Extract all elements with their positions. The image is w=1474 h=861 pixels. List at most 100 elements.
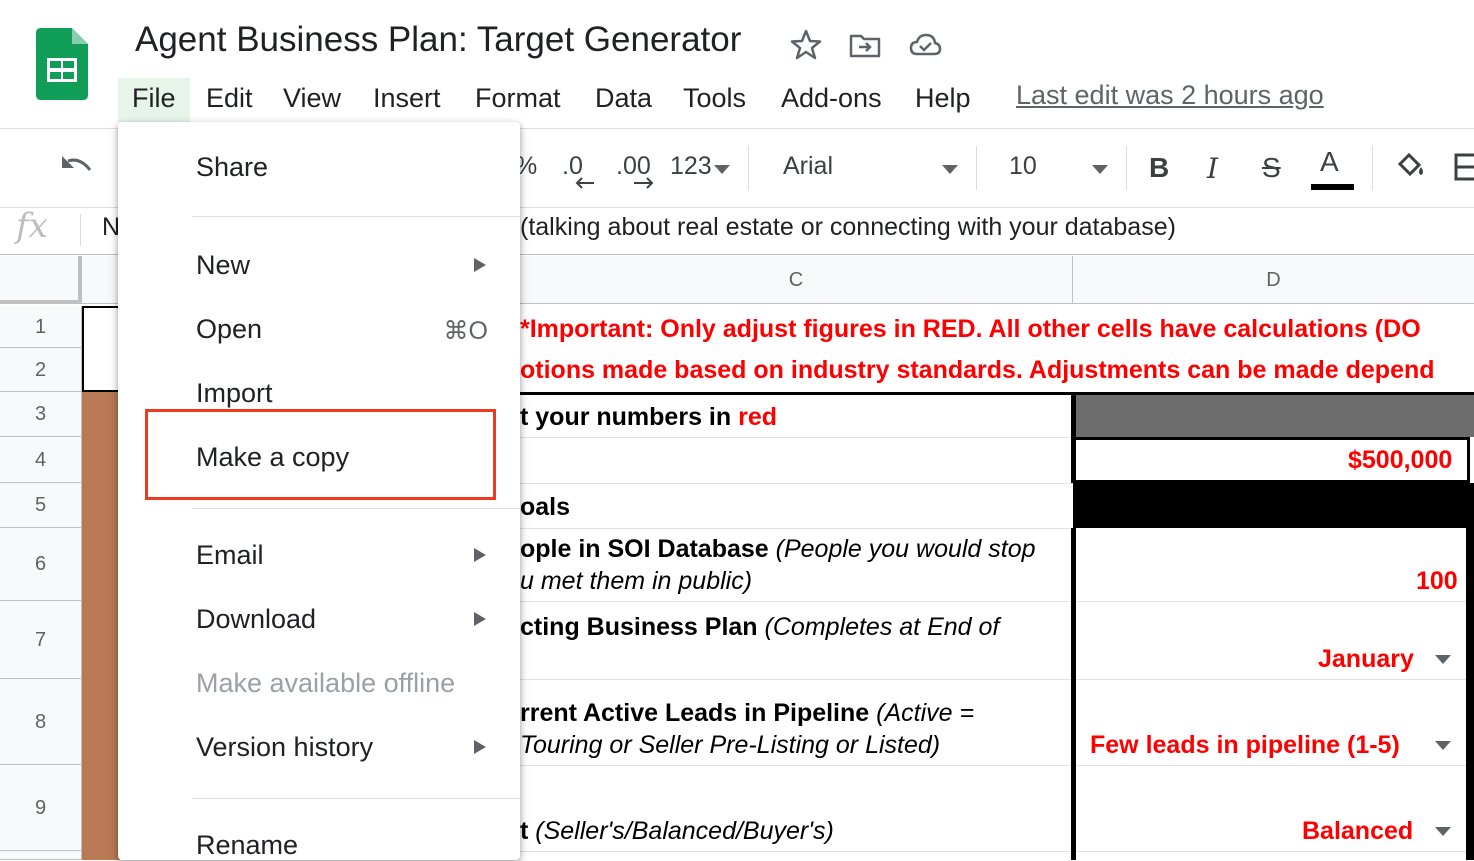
cell-c2[interactable]: otions made based on industry standards.… [520, 356, 1435, 385]
cell-c9[interactable]: t (Seller's/Balanced/Buyer's) [520, 817, 834, 846]
menu-addons[interactable]: Add-ons [781, 78, 882, 122]
cell-d4-value[interactable]: $500,000 [1348, 446, 1452, 475]
cell-c3-text: t your numbers in [520, 403, 739, 431]
grid-line [520, 765, 1474, 766]
cell-c3[interactable]: t your numbers in red [520, 403, 777, 432]
dropdown-arrow-icon[interactable] [1435, 741, 1451, 750]
text-color-button[interactable]: A [1320, 146, 1339, 178]
menu-item-email[interactable]: Email [196, 540, 264, 571]
row-header-10[interactable] [0, 851, 82, 860]
grid-line [520, 601, 1474, 602]
cell-d5-fill[interactable] [1073, 483, 1474, 528]
submenu-arrow-icon [474, 612, 486, 626]
menu-separator [192, 798, 520, 799]
cell-d-right-border [1466, 528, 1474, 860]
chevron-down-icon[interactable] [1092, 165, 1108, 174]
formula-divider [80, 214, 81, 246]
cell-d9-value[interactable]: Balanced [1302, 817, 1413, 846]
grid-line [520, 851, 1474, 852]
cell-c1[interactable]: *Important: Only adjust figures in RED. … [520, 315, 1421, 344]
cell-c6-bold: ople in SOI Database [520, 535, 776, 563]
column-header-c[interactable]: C [520, 256, 1073, 304]
row-header-7[interactable]: 7 [0, 601, 82, 679]
move-folder-icon[interactable] [848, 28, 882, 62]
menu-item-offline[interactable]: Make available offline [196, 668, 455, 699]
highlight-annotation [145, 409, 496, 500]
document-title[interactable]: Agent Business Plan: Target Generator [135, 20, 741, 60]
undo-icon[interactable] [58, 152, 96, 182]
submenu-arrow-icon [474, 258, 486, 272]
italic-button[interactable]: I [1207, 152, 1218, 185]
column-header-d[interactable]: D [1073, 256, 1474, 304]
row-header-9[interactable]: 9 [0, 765, 82, 851]
last-edit-link[interactable]: Last edit was 2 hours ago [1016, 80, 1324, 111]
grid-line [520, 528, 1073, 529]
cloud-saved-icon[interactable] [908, 28, 942, 62]
number-format-button[interactable]: 123 [670, 152, 712, 181]
row-header-2[interactable]: 2 [0, 348, 82, 392]
row-header-8[interactable]: 8 [0, 679, 82, 765]
bold-button[interactable]: B [1149, 152, 1169, 184]
fill-color-icon[interactable] [1394, 150, 1428, 182]
select-all-corner[interactable] [0, 256, 82, 304]
row-header-6[interactable]: 6 [0, 528, 82, 601]
cell-c7[interactable]: cting Business Plan (Completes at End of [520, 613, 999, 642]
row-header-1[interactable]: 1 [0, 306, 82, 348]
submenu-arrow-icon [474, 740, 486, 754]
menu-item-version-history[interactable]: Version history [196, 732, 373, 763]
menu-file[interactable]: File [118, 78, 190, 122]
font-family-select[interactable]: Arial [783, 152, 833, 181]
cell-c8-italic: (Active = [876, 699, 975, 727]
sheets-logo-icon[interactable] [36, 28, 88, 100]
dropdown-arrow-icon[interactable] [1435, 655, 1451, 664]
menu-separator [192, 508, 520, 509]
menu-help[interactable]: Help [915, 78, 971, 122]
strikethrough-button[interactable]: S [1262, 152, 1281, 184]
menu-item-new[interactable]: New [196, 250, 250, 281]
borders-icon[interactable] [1454, 152, 1474, 182]
cell-d6-value[interactable]: 100 [1416, 567, 1458, 596]
menu-item-rename[interactable]: Rename [196, 830, 298, 861]
menu-item-import[interactable]: Import [196, 378, 273, 409]
toolbar-separator [1372, 146, 1373, 190]
cell-b-brown-fill[interactable] [82, 392, 120, 860]
cell-c6[interactable]: ople in SOI Database (People you would s… [520, 535, 1036, 564]
chevron-down-icon[interactable] [942, 165, 958, 174]
menu-item-download[interactable]: Download [196, 604, 316, 635]
row-header-3[interactable]: 3 [0, 392, 82, 437]
cell-d3-header-fill[interactable] [1073, 395, 1474, 437]
menu-edit[interactable]: Edit [206, 78, 253, 122]
menu-tools[interactable]: Tools [683, 78, 746, 122]
cell-c7-italic: (Completes at End of [764, 613, 1000, 641]
menu-item-share[interactable]: Share [196, 152, 268, 183]
cell-c5[interactable]: oals [520, 493, 570, 522]
menu-format[interactable]: Format [475, 78, 561, 122]
formula-input[interactable]: (talking about real estate or connecting… [520, 213, 1176, 242]
menu-item-open[interactable]: Open [196, 314, 262, 345]
cell-d7-value[interactable]: January [1318, 645, 1414, 674]
row-header-5[interactable]: 5 [0, 483, 82, 528]
open-shortcut: ⌘O [443, 317, 488, 345]
text-color-swatch [1311, 184, 1354, 190]
arrow-right-icon [634, 177, 654, 189]
cell-d8-value[interactable]: Few leads in pipeline (1-5) [1090, 731, 1400, 760]
grid-line [520, 679, 1474, 680]
dropdown-arrow-icon[interactable] [1435, 827, 1451, 836]
cell-d-left-border-top [1071, 392, 1076, 483]
cell-b1-b2[interactable] [82, 306, 120, 392]
star-icon[interactable] [789, 28, 823, 62]
arrow-left-icon [575, 177, 594, 189]
toolbar-separator [748, 146, 749, 190]
font-size-select[interactable]: 10 [1009, 152, 1037, 181]
cell-c9-italic: (Seller's/Balanced/Buyer's) [535, 817, 834, 845]
fx-icon: fx [16, 206, 48, 246]
cell-c8[interactable]: rrent Active Leads in Pipeline (Active = [520, 699, 974, 728]
menu-insert[interactable]: Insert [373, 78, 441, 122]
chevron-down-icon[interactable] [714, 165, 730, 174]
menu-view[interactable]: View [283, 78, 341, 122]
grid-line [520, 483, 1073, 484]
menu-data[interactable]: Data [595, 78, 652, 122]
row-header-4[interactable]: 4 [0, 437, 82, 483]
cell-c6-line2: u met them in public) [520, 567, 753, 595]
cell-c3-red-text: red [738, 403, 777, 431]
